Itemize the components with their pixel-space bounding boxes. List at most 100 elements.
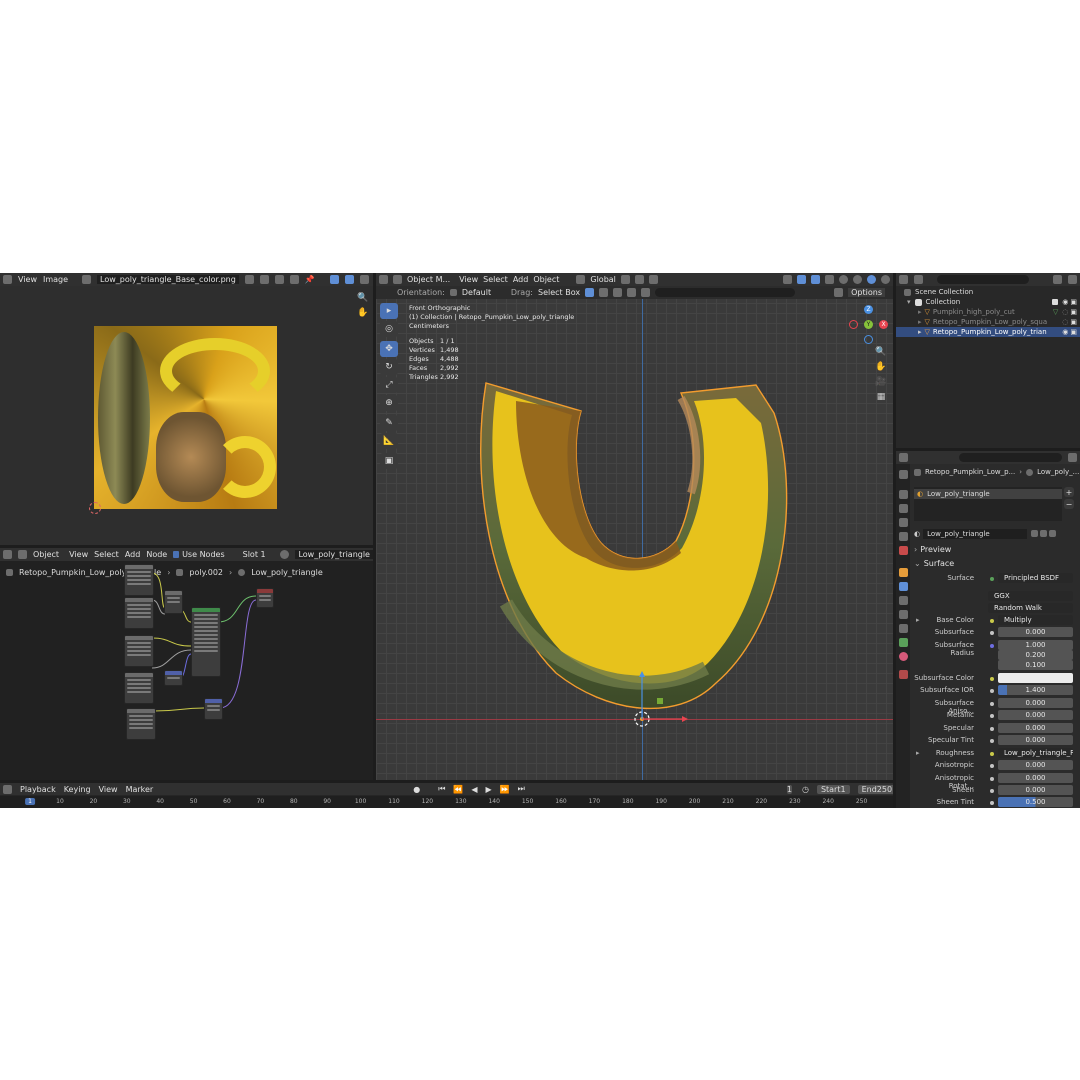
mix-rgb-node[interactable] bbox=[164, 590, 183, 614]
collection-row[interactable]: ▾ Collection ◉ ▣ bbox=[896, 297, 1080, 307]
input-value-field[interactable]: Low_poly_triangle_R... bbox=[998, 748, 1073, 758]
new-collection-icon[interactable] bbox=[1068, 275, 1077, 284]
jump-keyframe-forward-icon[interactable]: ⏩ bbox=[500, 785, 510, 794]
menu-view[interactable]: View bbox=[99, 785, 118, 794]
tab-view-layer[interactable] bbox=[899, 518, 908, 527]
tab-modifiers[interactable] bbox=[899, 582, 908, 591]
tab-scene[interactable] bbox=[899, 532, 908, 541]
new-image-icon[interactable] bbox=[259, 275, 269, 284]
expand-arrow-icon[interactable]: ▸ bbox=[918, 308, 922, 316]
tab-physics[interactable] bbox=[899, 610, 908, 619]
unlink-icon[interactable] bbox=[289, 275, 299, 284]
image-texture-node[interactable] bbox=[124, 564, 154, 596]
tab-render[interactable] bbox=[899, 490, 908, 499]
remove-slot-button[interactable]: − bbox=[1064, 499, 1074, 509]
tab-output[interactable] bbox=[899, 504, 908, 513]
input-value-field[interactable]: 0.000 bbox=[998, 698, 1073, 708]
unlink-material-icon[interactable] bbox=[1049, 530, 1057, 537]
expand-arrow-icon[interactable]: ▸ bbox=[916, 749, 920, 757]
open-image-icon[interactable] bbox=[274, 275, 284, 284]
surface-panel-header[interactable]: ⌄ Surface bbox=[914, 559, 954, 568]
image-name-field[interactable]: Low_poly_triangle_Base_color.png bbox=[97, 275, 239, 284]
end-frame-field[interactable]: End 250 bbox=[857, 784, 893, 794]
outliner-item-low-poly-triangle[interactable]: ▸ ▽ Retopo_Pumpkin_Low_poly_trian ◉ ▣ bbox=[896, 327, 1080, 337]
pumpkin-slice-model[interactable] bbox=[376, 273, 893, 780]
editor-type-icon[interactable] bbox=[899, 453, 908, 462]
menu-playback[interactable]: Playback bbox=[20, 785, 56, 794]
snapping-icon[interactable] bbox=[330, 275, 339, 284]
principled-bsdf-node[interactable] bbox=[191, 607, 221, 677]
input-value-field[interactable]: 0.000 bbox=[998, 723, 1073, 733]
material-output-node[interactable] bbox=[256, 588, 274, 608]
input-value-field[interactable]: 0.000 bbox=[998, 710, 1073, 720]
editor-type-icon[interactable] bbox=[3, 784, 12, 794]
tab-texture[interactable] bbox=[899, 670, 908, 679]
surface-shader-field[interactable]: Principled BSDF bbox=[998, 573, 1073, 583]
material-browse-icon[interactable]: ◐ bbox=[914, 530, 920, 538]
input-value-field[interactable]: 1.000 bbox=[998, 640, 1073, 650]
filter-icon[interactable] bbox=[1053, 275, 1062, 284]
add-slot-button[interactable]: + bbox=[1064, 487, 1074, 497]
menu-image[interactable]: Image bbox=[43, 275, 68, 284]
input-value-field[interactable]: 0.000 bbox=[998, 785, 1073, 795]
render-camera-icon[interactable]: ▣ bbox=[1070, 308, 1077, 316]
exclude-checkbox-icon[interactable] bbox=[1052, 299, 1059, 305]
render-camera-icon[interactable]: ▣ bbox=[1070, 328, 1077, 336]
menu-view[interactable]: View bbox=[18, 275, 37, 284]
editor-options-icon[interactable] bbox=[360, 275, 369, 284]
input-value-field[interactable]: 1.400 bbox=[998, 685, 1073, 695]
tab-constraints[interactable] bbox=[899, 624, 908, 633]
visibility-eye-icon[interactable]: ◉ bbox=[1062, 298, 1068, 306]
visibility-eye-icon[interactable]: ◌ bbox=[1062, 308, 1068, 316]
input-value-field[interactable]: 0.500 bbox=[998, 797, 1073, 807]
render-camera-icon[interactable]: ▣ bbox=[1070, 318, 1077, 326]
pin-icon[interactable]: 📌 bbox=[305, 275, 315, 284]
play-reverse-icon[interactable]: ◀ bbox=[471, 785, 477, 794]
visibility-eye-icon[interactable]: ◉ bbox=[1062, 328, 1068, 336]
expand-arrow-icon[interactable]: ▾ bbox=[907, 298, 911, 306]
pan-hand-icon[interactable]: ✋ bbox=[357, 307, 369, 319]
visibility-eye-icon[interactable]: ◌ bbox=[1062, 318, 1068, 326]
preview-panel-header[interactable]: › Preview bbox=[914, 545, 951, 554]
properties-search-field[interactable] bbox=[959, 453, 1062, 462]
normal-map-node[interactable] bbox=[164, 670, 183, 686]
fake-user-icon[interactable] bbox=[1031, 530, 1039, 537]
input-value-field[interactable]: 0.000 bbox=[998, 773, 1073, 783]
input-value-field[interactable]: 0.100 bbox=[998, 660, 1073, 670]
tab-object[interactable] bbox=[899, 568, 908, 577]
frame-ruler[interactable]: 1 10 20 30 40 50 60 70 80 90 100 110 120 130 140 150 160… bbox=[0, 796, 893, 808]
displacement-node[interactable] bbox=[204, 698, 223, 720]
input-value-field[interactable]: 0.200 bbox=[998, 650, 1073, 660]
auto-keying-icon[interactable]: ● bbox=[413, 785, 420, 794]
duplicate-material-icon[interactable] bbox=[1040, 530, 1048, 537]
material-name-field[interactable]: Low_poly_triangle bbox=[923, 528, 1028, 539]
jump-keyframe-back-icon[interactable]: ⏪ bbox=[453, 785, 463, 794]
image-texture-node[interactable] bbox=[124, 597, 154, 629]
play-icon[interactable]: ▶ bbox=[486, 785, 492, 794]
tab-data[interactable] bbox=[899, 638, 908, 647]
expand-arrow-icon[interactable]: ▸ bbox=[918, 318, 922, 326]
uv-cursor-icon[interactable] bbox=[89, 502, 101, 514]
render-camera-icon[interactable]: ▣ bbox=[1070, 298, 1077, 306]
input-value-field[interactable]: Multiply bbox=[998, 615, 1073, 625]
expand-arrow-icon[interactable]: ▸ bbox=[916, 616, 920, 624]
material-slot-item[interactable]: ◐ Low_poly_triangle bbox=[914, 489, 1062, 499]
menu-marker[interactable]: Marker bbox=[126, 785, 154, 794]
expand-arrow-icon[interactable]: ▸ bbox=[918, 328, 922, 336]
color-swatch[interactable] bbox=[998, 673, 1073, 683]
input-value-field[interactable]: 0.000 bbox=[998, 760, 1073, 770]
image-texture-node[interactable] bbox=[124, 672, 154, 704]
distribution-dropdown[interactable]: GGX bbox=[988, 591, 1073, 601]
tab-particles[interactable] bbox=[899, 596, 908, 605]
display-channels-icon[interactable] bbox=[345, 275, 354, 284]
scene-collection-row[interactable]: Scene Collection bbox=[896, 287, 1080, 297]
image-browse-icon[interactable] bbox=[82, 275, 92, 284]
fake-user-icon[interactable] bbox=[244, 275, 254, 284]
jump-to-end-icon[interactable]: ⏭ bbox=[518, 784, 525, 794]
outliner-item-low-poly-square[interactable]: ▸ ▽ Retopo_Pumpkin_Low_poly_squa ◌ ▣ bbox=[896, 317, 1080, 327]
zoom-icon[interactable]: 🔍 bbox=[357, 292, 369, 304]
current-frame-field[interactable]: 1 bbox=[786, 784, 792, 794]
editor-type-icon[interactable] bbox=[3, 275, 12, 284]
outliner-item-pumpkin-high-poly[interactable]: ▸ ▽ Pumpkin_high_poly_cut ▽ ◌ ▣ bbox=[896, 307, 1080, 317]
subsurface-method-dropdown[interactable]: Random Walk bbox=[988, 603, 1073, 613]
